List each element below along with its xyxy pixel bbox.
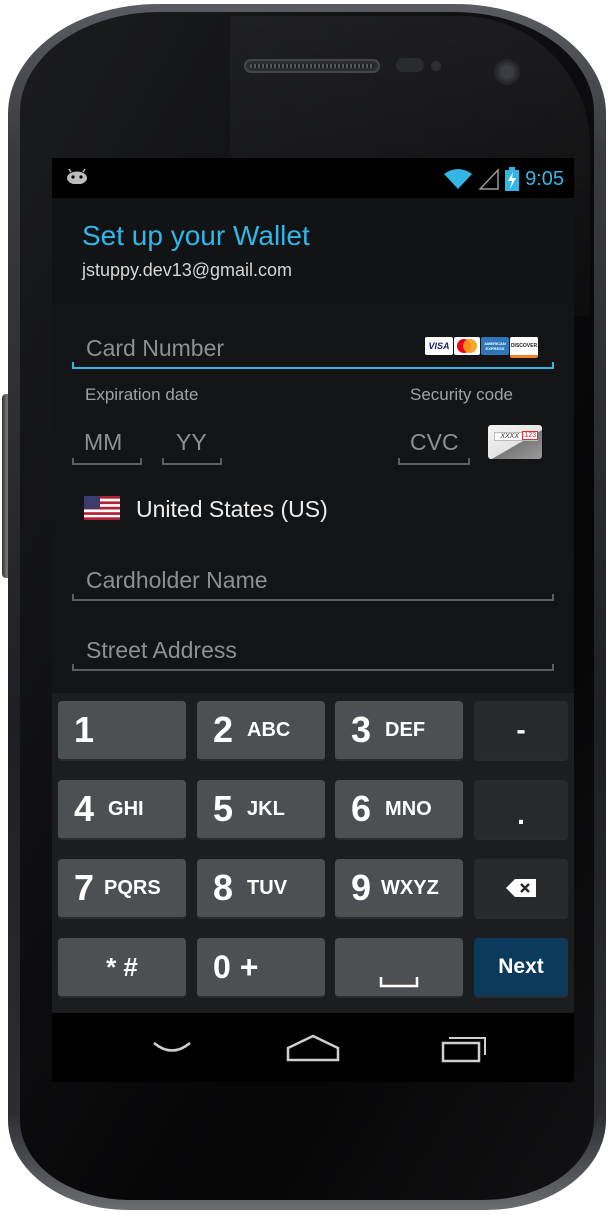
recent-apps-icon [441,1037,486,1063]
key-5-letters: JKL [247,797,285,820]
key-6[interactable]: 6 MNO [335,780,463,840]
key-6-letters: MNO [385,797,432,820]
cvc-help-card-icon: XXXX 123 [488,425,542,459]
cvc-card-sample: XXXX [500,433,519,440]
page-title: Set up your Wallet [82,220,310,251]
mastercard-logo [454,337,480,355]
key-9-digit: 9 [351,867,372,908]
key-star-hash-label: * # [106,951,138,982]
wallet-form: Card Number VISA AMERICAN EXPRESS DISCOV… [52,303,574,693]
cvc-underline [398,458,470,465]
nav-back-button[interactable] [132,1023,212,1073]
expiration-year-input[interactable]: YY [162,421,222,467]
screen: 9:05 Set up your Wallet jstuppy.dev13@gm… [52,158,574,1082]
signal-icon [479,168,499,190]
back-icon [153,1042,191,1052]
key-backspace[interactable] [474,859,568,919]
key-period-symbol: . [517,799,525,830]
key-period[interactable]: . [474,780,568,840]
expiration-date-label: Expiration date [85,385,199,404]
action-header: Set up your Wallet jstuppy.dev13@gmail.c… [52,198,574,343]
key-5-digit: 5 [213,788,234,829]
year-placeholder: YY [176,429,207,455]
android-debug-icon [67,168,87,184]
key-2[interactable]: 2 ABC [197,701,325,761]
backspace-icon [506,879,536,897]
status-bar: 9:05 [52,158,574,198]
expiration-month-input[interactable]: MM [72,421,142,467]
key-7-digit: 7 [74,867,95,908]
wifi-icon [444,169,473,189]
key-2-digit: 2 [213,709,234,750]
street-address-input[interactable]: Street Address [72,623,554,675]
key-8-letters: TUV [247,876,288,899]
home-icon [286,1034,340,1062]
street-placeholder: Street Address [86,637,237,663]
visa-logo: VISA [425,337,453,355]
security-code-label: Security code [410,385,513,404]
proximity-sensor [396,58,424,72]
key-minus[interactable]: - [474,701,568,761]
cardholder-name-input[interactable]: Cardholder Name [72,553,554,605]
nav-home-button[interactable] [273,1023,353,1073]
earpiece-speaker [244,59,380,73]
key-0-label: 0 + [213,948,259,985]
key-9-letters: WXYZ [381,876,439,899]
account-email: jstuppy.dev13@gmail.com [82,260,293,280]
light-sensor [431,61,441,71]
key-space[interactable] [335,938,463,998]
key-4-digit: 4 [74,788,95,829]
phone-device-frame: 9:05 Set up your Wallet jstuppy.dev13@gm… [0,0,614,1216]
key-8[interactable]: 8 TUV [197,859,325,919]
key-1[interactable]: 1 [58,701,186,761]
cardholder-placeholder: Cardholder Name [86,567,268,593]
card-number-underline [72,362,554,369]
key-8-digit: 8 [213,867,234,908]
key-9[interactable]: 9 WXYZ [335,859,463,919]
key-star-hash[interactable]: * # [58,938,186,998]
cvc-input[interactable]: CVC [398,421,470,467]
key-1-digit: 1 [74,709,95,750]
country-selector[interactable]: United States (US) [72,483,472,531]
status-icons: 9:05 [443,166,564,192]
navigation-bar [52,1013,574,1082]
key-3[interactable]: 3 DEF [335,701,463,761]
key-minus-symbol: - [516,714,526,745]
key-3-digit: 3 [351,709,372,750]
key-6-digit: 6 [351,788,372,829]
numeric-keyboard: 1 2 ABC 3 DEF - 4 GHI 5 JKL 6 MNO . 7 PQ… [52,693,574,1013]
key-4-letters: GHI [108,797,144,820]
card-number-placeholder: Card Number [86,335,225,361]
status-time: 9:05 [525,167,564,190]
key-4[interactable]: 4 GHI [58,780,186,840]
key-3-letters: DEF [385,718,426,741]
battery-charging-icon [505,167,520,191]
discover-logo: DISCOVER [510,337,538,358]
cvc-placeholder: CVC [410,429,459,455]
amex-logo: AMERICAN EXPRESS [481,337,509,355]
street-underline [72,664,554,671]
key-2-letters: ABC [247,718,291,741]
key-5[interactable]: 5 JKL [197,780,325,840]
key-7-letters: PQRS [104,876,161,899]
next-button-label: Next [498,955,544,978]
month-underline [72,458,142,465]
month-placeholder: MM [84,429,123,455]
key-0[interactable]: 0 + [197,938,325,998]
nav-recents-button[interactable] [423,1023,503,1073]
cardholder-underline [72,594,554,601]
year-underline [162,458,222,465]
country-value: United States (US) [136,496,328,522]
front-camera [494,59,520,85]
card-brand-logos: VISA AMERICAN EXPRESS DISCOVER [425,337,538,358]
next-button[interactable]: Next [474,938,568,998]
key-7[interactable]: 7 PQRS [58,859,186,919]
space-icon [379,977,419,988]
cvc-card-number: 123 [522,431,538,440]
